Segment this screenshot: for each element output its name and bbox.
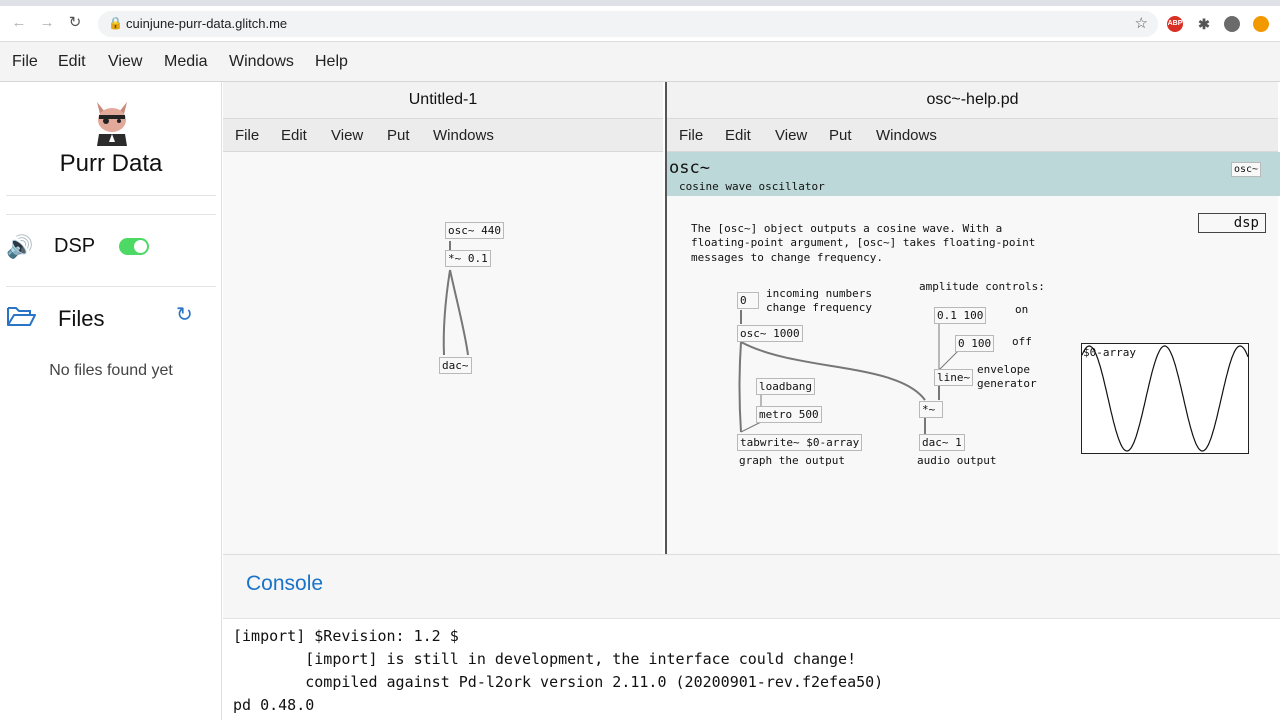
menu-help[interactable]: Help — [315, 53, 348, 71]
window-title: osc~-help.pd — [667, 82, 1278, 118]
forward-arrow-icon[interactable]: → — [38, 14, 56, 32]
menu-windows[interactable]: Windows — [229, 53, 294, 71]
amplitude-label: amplitude controls: — [919, 280, 1045, 293]
adblock-extension-icon[interactable]: ABP — [1167, 16, 1183, 32]
url-text: cuinjune-purr-data.glitch.me — [126, 16, 288, 31]
menu-windows[interactable]: Windows — [433, 127, 494, 144]
console-panel: Console [import] $Revision: 1.2 $ [impor… — [223, 554, 1280, 720]
console-line: compiled against Pd-l2ork version 2.11.0… — [233, 673, 884, 691]
reload-icon[interactable]: ↻ — [66, 14, 84, 32]
menu-file[interactable]: File — [679, 127, 703, 144]
graph-label: graph the output — [739, 454, 845, 467]
menu-view[interactable]: View — [331, 127, 363, 144]
help-patch-canvas[interactable]: osc~ cosine wave oscillator osc~ dsp The… — [667, 152, 1280, 554]
console-line: pd 0.48.0 — [233, 696, 315, 714]
window-menubar: File Edit View Put Windows — [223, 118, 663, 152]
bookmark-star-icon[interactable]: ☆ — [1135, 14, 1148, 32]
object-line[interactable]: line~ — [934, 369, 974, 386]
divider — [6, 195, 216, 196]
menu-file[interactable]: File — [12, 53, 38, 71]
menu-media[interactable]: Media — [164, 53, 208, 71]
empty-files-message: No files found yet — [49, 362, 173, 379]
patch-canvas[interactable]: osc~ 440 *~ 0.1 dac~ — [223, 152, 663, 554]
address-bar[interactable]: 🔒 cuinjune-purr-data.glitch.me ☆ — [98, 11, 1158, 37]
window-title: Untitled-1 — [223, 82, 663, 118]
incoming-label: incoming numbers — [766, 287, 872, 300]
browser-toolbar: ← → ↻ 🔒 cuinjune-purr-data.glitch.me ☆ A… — [0, 0, 1280, 42]
menu-put[interactable]: Put — [387, 127, 410, 144]
object-osc[interactable]: osc~ 440 — [445, 222, 504, 239]
tab-strip — [0, 0, 1280, 6]
menu-view[interactable]: View — [775, 127, 807, 144]
app-name: Purr Data — [59, 150, 163, 177]
divider — [6, 214, 216, 215]
console-line: [import] is still in development, the in… — [233, 650, 857, 668]
sidebar: Purr Data 🔊 DSP Files ↻ No files found y… — [0, 82, 222, 720]
console-title: Console — [246, 572, 324, 595]
patch-window-untitled: Untitled-1 File Edit View Put Windows os… — [223, 82, 663, 554]
menu-edit[interactable]: Edit — [281, 127, 307, 144]
window-menubar: File Edit View Put Windows — [667, 118, 1278, 152]
lock-icon: 🔒 — [108, 16, 123, 30]
patch-connections — [442, 241, 469, 356]
on-label: on — [1015, 303, 1029, 316]
object-dac-1[interactable]: dac~ 1 — [919, 434, 965, 451]
menu-edit[interactable]: Edit — [725, 127, 751, 144]
off-label: off — [1012, 335, 1032, 348]
menu-file[interactable]: File — [235, 127, 259, 144]
array-graph[interactable]: $0-array — [1081, 343, 1249, 454]
menu-view[interactable]: View — [108, 53, 142, 71]
audio-label: audio output — [917, 454, 997, 467]
menu-windows[interactable]: Windows — [876, 127, 937, 144]
files-label: Files — [58, 306, 105, 331]
divider — [6, 286, 216, 287]
menu-put[interactable]: Put — [829, 127, 852, 144]
object-metro[interactable]: metro 500 — [756, 406, 822, 423]
back-arrow-icon[interactable]: ← — [10, 14, 28, 32]
app-menubar: File Edit View Media Windows Help — [0, 42, 1280, 82]
dsp-toggle[interactable] — [119, 238, 149, 255]
patch-window-osc-help: osc~-help.pd File Edit View Put Windows … — [665, 82, 1280, 554]
incoming-label: change frequency — [766, 301, 872, 314]
envelope-label: envelope — [977, 363, 1030, 376]
folder-open-icon — [7, 307, 36, 326]
message-off[interactable]: 0 100 — [955, 335, 995, 352]
update-icon[interactable] — [1253, 16, 1269, 32]
message-on[interactable]: 0.1 100 — [934, 307, 987, 324]
cat-logo-icon — [97, 102, 127, 146]
refresh-icon[interactable]: ↻ — [176, 302, 193, 327]
envelope-label: generator — [977, 377, 1037, 390]
console-header: Console — [223, 555, 1280, 619]
object-dac[interactable]: dac~ — [439, 357, 472, 374]
toggle-knob — [134, 240, 147, 253]
object-osc-1000[interactable]: osc~ 1000 — [737, 325, 803, 342]
object-multiply[interactable]: *~ 0.1 — [445, 250, 491, 267]
object-loadbang[interactable]: loadbang — [756, 378, 815, 395]
cosine-waveform — [1082, 345, 1248, 452]
puzzle-extensions-icon[interactable]: ✱ — [1196, 16, 1212, 32]
object-multiply-signal[interactable]: *~ — [919, 401, 943, 418]
speaker-icon: 🔊 — [6, 234, 34, 259]
number-box[interactable]: 0 — [737, 292, 759, 309]
menu-edit[interactable]: Edit — [58, 53, 86, 71]
console-line: [import] $Revision: 1.2 $ — [233, 627, 459, 645]
object-tabwrite[interactable]: tabwrite~ $0-array — [737, 434, 863, 451]
profile-avatar[interactable] — [1224, 16, 1240, 32]
dsp-label: DSP — [54, 235, 96, 257]
